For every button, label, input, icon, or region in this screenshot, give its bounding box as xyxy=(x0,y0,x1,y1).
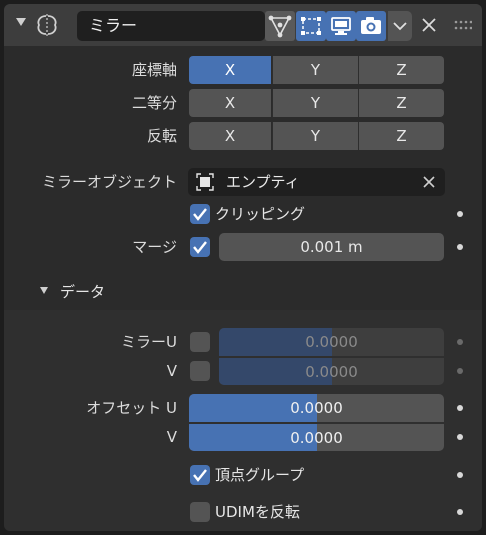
data-subpanel: ミラーU 0.0000 V 0.0000 オフセット U 0.0000 V 0.… xyxy=(4,310,482,531)
drag-grip-icon[interactable] xyxy=(454,18,473,32)
flip-udim-label: UDIMを反転 xyxy=(215,503,300,521)
keyframe-dot-icon[interactable] xyxy=(457,405,463,411)
edit-mode-toggle[interactable] xyxy=(265,11,295,41)
clipping-checkbox[interactable] xyxy=(190,204,210,224)
checkmark-icon xyxy=(193,469,207,482)
mirror-object-value: エンプティ xyxy=(226,173,300,191)
data-section-title[interactable]: データ xyxy=(60,281,105,303)
render-toggle[interactable] xyxy=(356,11,386,41)
merge-checkbox[interactable] xyxy=(190,237,210,257)
mirror-modifier-icon xyxy=(34,13,60,37)
axis-label: 座標軸 xyxy=(131,61,177,79)
mirror-u-label: ミラーU xyxy=(121,333,177,351)
merge-distance-field[interactable]: 0.001 m xyxy=(219,233,444,261)
flip-label: 反転 xyxy=(146,127,177,145)
vertex-groups-label: 頂点グループ xyxy=(215,466,305,484)
mirror-u-value: 0.0000 xyxy=(305,333,358,351)
flip-udim-checkbox[interactable] xyxy=(190,502,210,522)
mirror-v-slider[interactable]: 0.0000 xyxy=(219,357,444,385)
merge-label: マージ xyxy=(132,238,177,256)
axis-y-toggle[interactable]: Y xyxy=(272,56,358,84)
offset-v-slider[interactable]: 0.0000 xyxy=(189,423,444,451)
axis-x-toggle[interactable]: X xyxy=(189,56,271,84)
offset-u-value: 0.0000 xyxy=(290,399,343,417)
offset-v-value: 0.0000 xyxy=(290,429,343,447)
checkmark-icon xyxy=(193,208,207,221)
data-collapse-icon[interactable] xyxy=(40,287,48,294)
mirror-modifier-panel: ミラー 座標軸 X Y Z 二等分 X Y Z 反転 X Y Z ミラーオブジェ… xyxy=(4,4,482,531)
bisect-x-toggle[interactable]: X xyxy=(189,89,271,117)
bisect-label: 二等分 xyxy=(131,94,177,112)
flip-y-toggle[interactable]: Y xyxy=(272,122,358,150)
keyframe-dot-icon[interactable] xyxy=(457,339,463,345)
mirror-object-label: ミラーオブジェクト xyxy=(41,173,177,191)
keyframe-dot-icon[interactable] xyxy=(457,211,463,217)
mirror-v-value: 0.0000 xyxy=(305,363,358,381)
modifier-header: ミラー xyxy=(4,4,482,46)
clear-icon[interactable] xyxy=(422,175,436,189)
offset-u-slider[interactable]: 0.0000 xyxy=(189,394,444,422)
mirror-u-checkbox[interactable] xyxy=(190,332,210,352)
flip-x-toggle[interactable]: X xyxy=(189,122,271,150)
realtime-display-toggle[interactable] xyxy=(326,11,356,41)
chevron-down-icon xyxy=(393,22,407,31)
keyframe-dot-icon[interactable] xyxy=(457,434,463,440)
monitor-icon xyxy=(331,17,351,35)
offset-u-label: オフセット U xyxy=(86,399,177,417)
cage-toggle[interactable] xyxy=(296,11,326,41)
collapse-triangle-icon[interactable] xyxy=(16,18,26,26)
modifier-name-field[interactable]: ミラー xyxy=(77,11,265,41)
keyframe-dot-icon[interactable] xyxy=(457,368,463,374)
extras-dropdown-button[interactable] xyxy=(388,11,412,41)
bisect-z-toggle[interactable]: Z xyxy=(358,89,444,117)
camera-icon xyxy=(361,17,381,34)
keyframe-dot-icon[interactable] xyxy=(457,509,463,515)
close-icon xyxy=(422,18,436,32)
delete-modifier-button[interactable] xyxy=(418,14,440,36)
offset-v-label: V xyxy=(166,428,177,446)
axis-z-toggle[interactable]: Z xyxy=(358,56,444,84)
clipping-label: クリッピング xyxy=(215,205,306,223)
flip-z-toggle[interactable]: Z xyxy=(358,122,444,150)
empty-object-icon xyxy=(196,173,214,191)
edit-mode-icon xyxy=(268,15,292,38)
keyframe-dot-icon[interactable] xyxy=(457,472,463,478)
mirror-u-slider[interactable]: 0.0000 xyxy=(219,328,444,356)
mirror-v-checkbox[interactable] xyxy=(190,361,210,381)
vertex-groups-checkbox[interactable] xyxy=(190,465,210,485)
checkmark-icon xyxy=(193,241,207,254)
mirror-v-label: V xyxy=(166,362,177,380)
keyframe-dot-icon[interactable] xyxy=(457,244,463,250)
bisect-y-toggle[interactable]: Y xyxy=(272,89,358,117)
mirror-object-field[interactable]: エンプティ xyxy=(188,168,445,196)
cage-icon xyxy=(301,17,321,35)
